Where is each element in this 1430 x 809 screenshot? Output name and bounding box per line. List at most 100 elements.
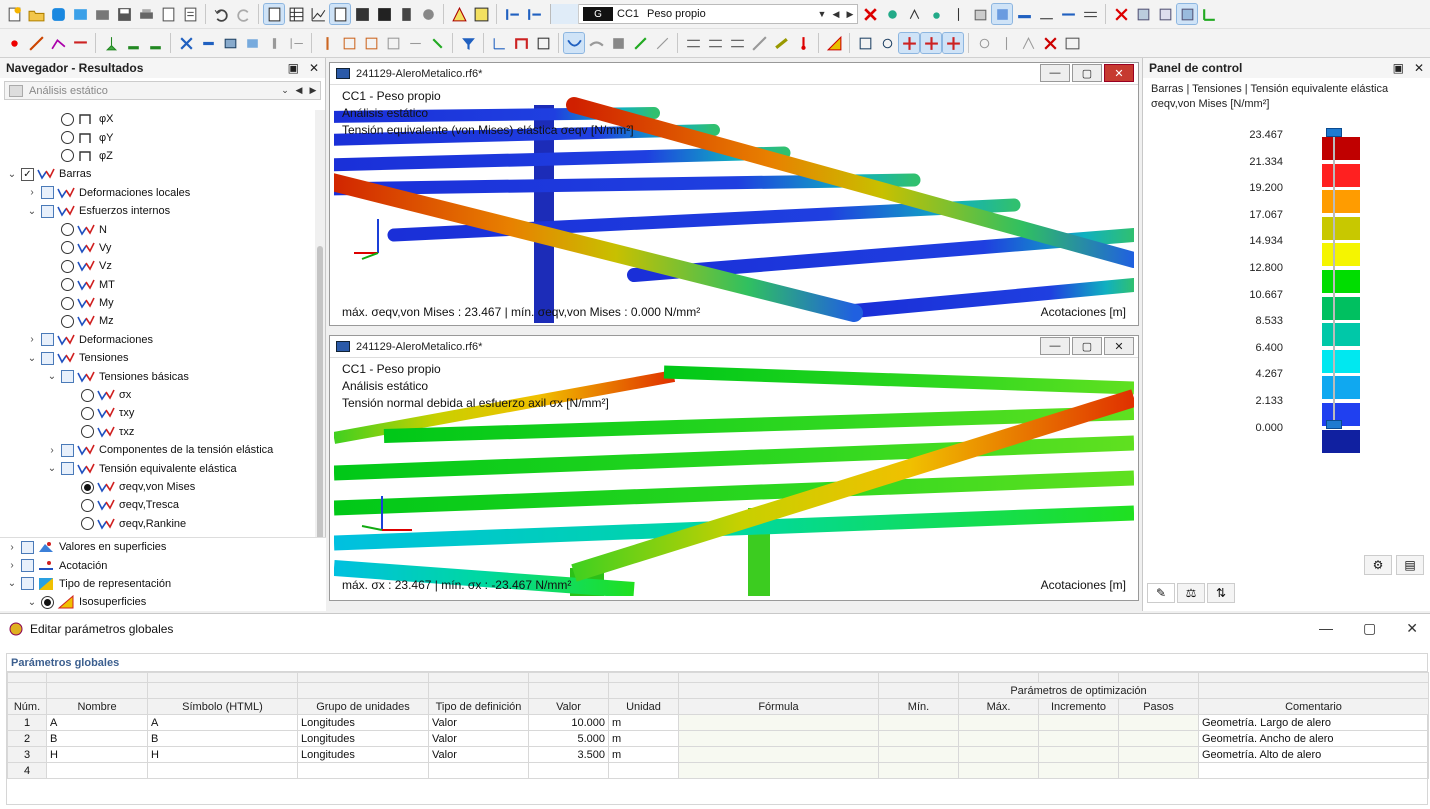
legend-settings-icon[interactable]: ⚙ (1364, 555, 1392, 575)
table-row[interactable]: 2 B B Longitudes Valor 5.000 m Geometría. Ancho… (7, 730, 1429, 747)
maximize-icon[interactable]: ▢ (1363, 620, 1376, 637)
chevron-right-icon[interactable]: › (46, 445, 58, 456)
minimize-icon[interactable]: — (1040, 337, 1070, 355)
radio-button[interactable] (41, 595, 54, 609)
column-header[interactable]: Nombre (46, 698, 148, 715)
radio-button[interactable] (61, 241, 74, 255)
radio-button[interactable] (81, 388, 94, 402)
align-left-icon[interactable] (683, 33, 703, 53)
results-table-icon[interactable] (329, 3, 351, 25)
tree-item[interactable]: › Componentes de la tensión elástica (0, 441, 316, 459)
line-results-icon[interactable] (652, 33, 672, 53)
load-surface-icon[interactable] (220, 33, 240, 53)
view-window-von-mises[interactable]: 241129-AleroMetalico.rf6* — ▢ ✕ CC1 - Pe… (329, 62, 1139, 326)
mirror-icon[interactable] (996, 33, 1016, 53)
radio-button[interactable] (61, 314, 74, 328)
deformation-icon[interactable] (563, 32, 585, 54)
clipping-icon[interactable] (361, 33, 381, 53)
model-3d-view[interactable]: CC1 - Peso propio Análisis estático Tens… (334, 85, 1134, 323)
chevron-down-icon[interactable]: ▼ (815, 9, 829, 19)
analysis-selector[interactable]: Análisis estático ⌄ ◀ ▶ (4, 81, 321, 100)
checkbox[interactable] (61, 443, 74, 457)
cloud-icon[interactable] (70, 4, 90, 24)
cell-unit[interactable] (608, 762, 679, 779)
column-header[interactable]: Fórmula (678, 698, 879, 715)
chevron-right-icon[interactable]: › (26, 187, 38, 198)
tree-item[interactable]: › Deformaciones locales (0, 184, 316, 202)
tree-item[interactable]: σeqv,Tresca (0, 496, 316, 514)
checkbox[interactable] (21, 540, 34, 554)
member-icon[interactable] (70, 33, 90, 53)
cell-empty[interactable] (1118, 762, 1199, 779)
webservice-icon[interactable] (48, 4, 68, 24)
close-icon[interactable]: ✕ (1414, 61, 1424, 75)
cell-unit[interactable]: m (608, 714, 679, 731)
globe-icon[interactable] (418, 4, 438, 24)
chevron-down-icon[interactable]: ⌄ (26, 597, 38, 608)
cell-empty[interactable] (878, 730, 959, 747)
arrow-results-icon[interactable] (630, 33, 650, 53)
imperfection-icon[interactable] (264, 33, 284, 53)
radio-button[interactable] (61, 149, 74, 163)
align-center-icon[interactable] (705, 33, 725, 53)
diagram-icon[interactable] (308, 4, 328, 24)
checkbox[interactable] (41, 351, 54, 365)
tree-item[interactable]: › Acotación (0, 556, 326, 574)
tree-item[interactable]: ⌄ ✓ Barras (0, 165, 316, 183)
radio-button[interactable] (61, 131, 74, 145)
model-3d-view[interactable]: CC1 - Peso propio Análisis estático Tens… (334, 358, 1134, 596)
visibility-icon[interactable] (405, 33, 425, 53)
next-load-icon[interactable] (524, 4, 544, 24)
radio-button[interactable] (81, 425, 94, 439)
pin-icon[interactable]: ▣ (288, 61, 299, 75)
script-icon[interactable] (374, 4, 394, 24)
column-header[interactable]: Máx. (958, 698, 1039, 715)
color-scale-icon[interactable] (824, 33, 844, 53)
radio-button[interactable] (61, 296, 74, 310)
column-header[interactable]: Mín. (878, 698, 959, 715)
tree-item[interactable]: Mz (0, 312, 316, 330)
cell-comment[interactable]: Geometría. Largo de alero (1198, 714, 1429, 731)
chevron-down-icon[interactable]: ⌄ (46, 371, 58, 382)
cell-value[interactable]: 10.000 (528, 714, 609, 731)
tree-item[interactable]: ⌄ Tensiones básicas (0, 367, 316, 385)
radio-button[interactable] (61, 278, 74, 292)
cell-empty[interactable] (1038, 762, 1119, 779)
chevron-right-icon[interactable]: › (6, 542, 18, 553)
dimension-icon[interactable] (286, 33, 306, 53)
chevron-right-icon[interactable]: › (6, 560, 18, 571)
cell-group[interactable]: Longitudes (297, 730, 429, 747)
result-values-icon[interactable] (882, 4, 902, 24)
report-icon[interactable] (158, 4, 178, 24)
column-header[interactable]: Pasos (1118, 698, 1199, 715)
navigator-icon[interactable] (263, 3, 285, 25)
cell-empty[interactable] (1118, 746, 1199, 763)
values-xyz-icon[interactable] (904, 4, 924, 24)
tree-item[interactable]: Vz (0, 257, 316, 275)
values-on-member-icon[interactable] (1036, 4, 1056, 24)
cell-empty[interactable] (678, 730, 879, 747)
isometric-icon[interactable] (1176, 3, 1198, 25)
cell-symbol[interactable]: H (147, 746, 298, 763)
results-on-off-icon[interactable] (860, 4, 880, 24)
radio-button[interactable] (81, 498, 94, 512)
maximize-icon[interactable]: ▢ (1072, 64, 1102, 82)
previous-load-icon[interactable] (502, 4, 522, 24)
cell-empty[interactable] (678, 762, 879, 779)
chevron-down-icon[interactable]: ⌄ (26, 353, 38, 364)
cross-section-icon[interactable] (533, 33, 553, 53)
cell-group[interactable]: Longitudes (297, 746, 429, 763)
close-icon[interactable]: ✕ (1406, 620, 1418, 637)
tree-item[interactable]: › Valores en superficies (0, 538, 326, 556)
open-folder-icon[interactable] (26, 4, 46, 24)
cell-def[interactable] (428, 762, 529, 779)
maximize-icon[interactable]: ▢ (1072, 337, 1102, 355)
column-header[interactable]: Núm. (7, 698, 47, 715)
cell-symbol[interactable]: A (147, 714, 298, 731)
legend-max-handle[interactable] (1326, 128, 1342, 137)
legend-min-handle[interactable] (1326, 420, 1342, 429)
cell-unit[interactable]: m (608, 730, 679, 747)
tree-item[interactable]: › Deformaciones (0, 331, 316, 349)
snap-icon[interactable] (877, 33, 897, 53)
mesh-icon[interactable] (1080, 4, 1100, 24)
